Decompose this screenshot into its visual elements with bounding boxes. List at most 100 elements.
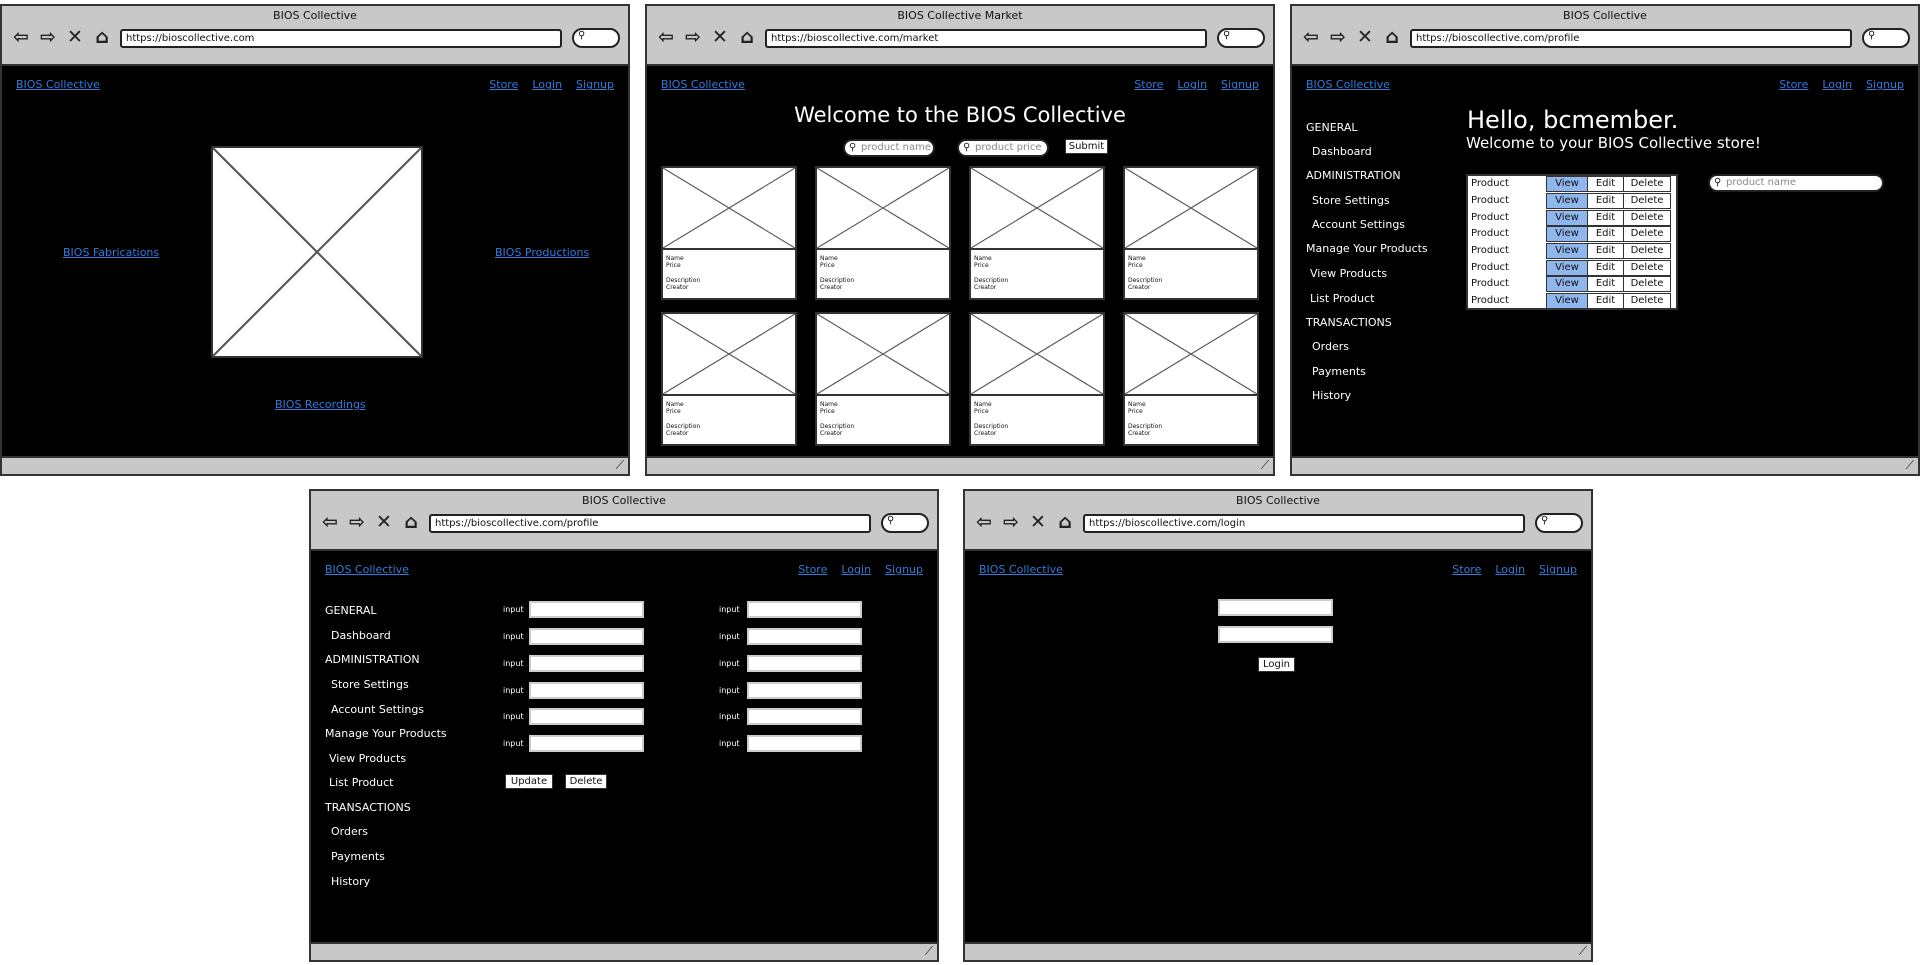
forward-icon[interactable]: ⇨ — [346, 511, 368, 533]
nav-login-link[interactable]: Login — [1177, 78, 1207, 91]
bios-productions-link[interactable]: BIOS Productions — [495, 246, 589, 259]
product-image-placeholder[interactable] — [969, 166, 1105, 250]
back-icon[interactable]: ⇦ — [1300, 26, 1322, 48]
edit-button[interactable]: Edit — [1587, 226, 1624, 242]
brand-link[interactable]: BIOS Collective — [1306, 78, 1390, 91]
view-button[interactable]: View — [1546, 226, 1588, 242]
url-bar[interactable]: https://bioscollective.com/profile — [1410, 29, 1852, 48]
browser-search[interactable]: ⚲ — [881, 513, 929, 533]
nav-login-link[interactable]: Login — [1822, 78, 1852, 91]
nav-login-link[interactable]: Login — [841, 563, 871, 576]
delete-button[interactable]: Delete — [1623, 243, 1671, 259]
text-input[interactable] — [747, 708, 862, 725]
password-field[interactable] — [1218, 626, 1333, 643]
home-icon[interactable]: ⌂ — [1381, 26, 1403, 48]
edit-button[interactable]: Edit — [1587, 293, 1624, 309]
edit-button[interactable]: Edit — [1587, 193, 1624, 209]
nav-store-link[interactable]: Store — [798, 563, 827, 576]
product-image-placeholder[interactable] — [661, 166, 797, 250]
resize-grip-icon[interactable]: ⟋ — [1579, 944, 1587, 959]
sidebar-item-store-settings[interactable]: Store Settings — [331, 678, 409, 691]
url-bar[interactable]: https://bioscollective.com/login — [1083, 514, 1525, 533]
username-field[interactable] — [1218, 599, 1333, 616]
brand-link[interactable]: BIOS Collective — [325, 563, 409, 576]
nav-signup-link[interactable]: Signup — [1539, 563, 1577, 576]
browser-search[interactable]: ⚲ — [1862, 28, 1910, 48]
text-input[interactable] — [747, 628, 862, 645]
nav-store-link[interactable]: Store — [489, 78, 518, 91]
nav-store-link[interactable]: Store — [1452, 563, 1481, 576]
browser-search[interactable]: ⚲ — [572, 28, 620, 48]
product-image-placeholder[interactable] — [969, 312, 1105, 396]
text-input[interactable] — [529, 601, 644, 618]
text-input[interactable] — [529, 735, 644, 752]
nav-login-link[interactable]: Login — [1495, 563, 1525, 576]
sidebar-item-orders[interactable]: Orders — [331, 825, 368, 838]
close-icon[interactable]: ✕ — [373, 511, 395, 533]
text-input[interactable] — [747, 735, 862, 752]
sidebar-item-account-settings[interactable]: Account Settings — [1312, 218, 1405, 231]
close-icon[interactable]: ✕ — [1027, 511, 1049, 533]
sidebar-item-dashboard[interactable]: Dashboard — [1312, 145, 1372, 158]
browser-search[interactable]: ⚲ — [1217, 28, 1265, 48]
sidebar-item-view-products[interactable]: View Products — [329, 752, 406, 765]
edit-button[interactable]: Edit — [1587, 260, 1624, 276]
view-button[interactable]: View — [1546, 260, 1588, 276]
brand-link[interactable]: BIOS Collective — [16, 78, 100, 91]
product-name-search[interactable]: ⚲ product name — [843, 139, 935, 157]
product-image-placeholder[interactable] — [815, 312, 951, 396]
home-icon[interactable]: ⌂ — [91, 26, 113, 48]
edit-button[interactable]: Edit — [1587, 276, 1624, 292]
nav-store-link[interactable]: Store — [1134, 78, 1163, 91]
delete-button[interactable]: Delete — [1623, 276, 1671, 292]
sidebar-item-payments[interactable]: Payments — [1312, 365, 1366, 378]
resize-grip-icon[interactable]: ⟋ — [1906, 458, 1914, 473]
text-input[interactable] — [747, 655, 862, 672]
view-button[interactable]: View — [1546, 276, 1588, 292]
edit-button[interactable]: Edit — [1587, 243, 1624, 259]
text-input[interactable] — [529, 655, 644, 672]
close-icon[interactable]: ✕ — [64, 26, 86, 48]
nav-store-link[interactable]: Store — [1779, 78, 1808, 91]
bios-recordings-link[interactable]: BIOS Recordings — [275, 398, 366, 411]
home-icon[interactable]: ⌂ — [736, 26, 758, 48]
product-image-placeholder[interactable] — [1123, 166, 1259, 250]
text-input[interactable] — [529, 682, 644, 699]
product-name-search[interactable]: ⚲ product name — [1708, 174, 1884, 192]
resize-grip-icon[interactable]: ⟋ — [1261, 458, 1269, 473]
back-icon[interactable]: ⇦ — [973, 511, 995, 533]
bios-fabrications-link[interactable]: BIOS Fabrications — [63, 246, 159, 259]
nav-signup-link[interactable]: Signup — [576, 78, 614, 91]
delete-button[interactable]: Delete — [1623, 226, 1671, 242]
nav-signup-link[interactable]: Signup — [885, 563, 923, 576]
edit-button[interactable]: Edit — [1587, 210, 1624, 226]
sidebar-item-orders[interactable]: Orders — [1312, 340, 1349, 353]
sidebar-item-list-product[interactable]: List Product — [329, 776, 394, 789]
edit-button[interactable]: Edit — [1587, 176, 1624, 192]
delete-button[interactable]: Delete — [1623, 193, 1671, 209]
close-icon[interactable]: ✕ — [1354, 26, 1376, 48]
delete-button[interactable]: Delete — [1623, 293, 1671, 309]
sidebar-item-store-settings[interactable]: Store Settings — [1312, 194, 1390, 207]
sidebar-item-history[interactable]: History — [331, 875, 370, 888]
sidebar-item-payments[interactable]: Payments — [331, 850, 385, 863]
url-bar[interactable]: https://bioscollective.com — [120, 29, 562, 48]
sidebar-item-view-products[interactable]: View Products — [1310, 267, 1387, 280]
product-price-search[interactable]: ⚲ product price — [957, 139, 1049, 157]
forward-icon[interactable]: ⇨ — [1327, 26, 1349, 48]
resize-grip-icon[interactable]: ⟋ — [925, 944, 933, 959]
sidebar-item-list-product[interactable]: List Product — [1310, 292, 1375, 305]
home-icon[interactable]: ⌂ — [1054, 511, 1076, 533]
delete-button[interactable]: Delete — [1623, 176, 1671, 192]
sidebar-item-history[interactable]: History — [1312, 389, 1351, 402]
forward-icon[interactable]: ⇨ — [37, 26, 59, 48]
brand-link[interactable]: BIOS Collective — [661, 78, 745, 91]
text-input[interactable] — [747, 682, 862, 699]
forward-icon[interactable]: ⇨ — [682, 26, 704, 48]
text-input[interactable] — [747, 601, 862, 618]
nav-login-link[interactable]: Login — [532, 78, 562, 91]
back-icon[interactable]: ⇦ — [319, 511, 341, 533]
browser-search[interactable]: ⚲ — [1535, 513, 1583, 533]
delete-button[interactable]: Delete — [565, 774, 607, 789]
sidebar-item-account-settings[interactable]: Account Settings — [331, 703, 424, 716]
